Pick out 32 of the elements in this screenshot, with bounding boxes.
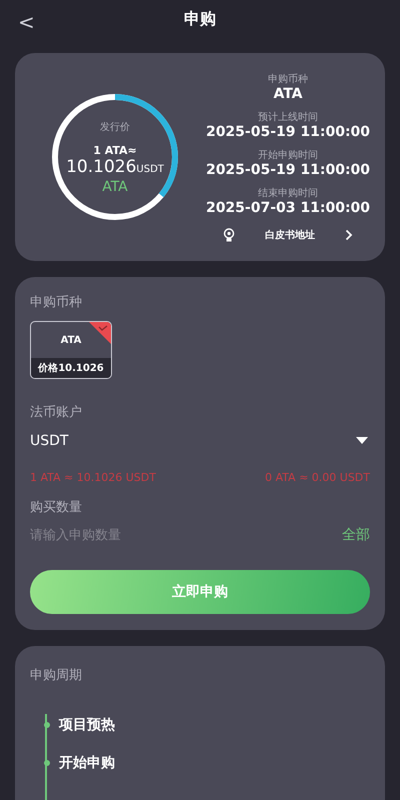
price-unit: USDT <box>136 164 164 174</box>
chevron-right-icon <box>345 229 353 241</box>
coin-name: ATA <box>102 178 128 194</box>
total-text: 0 ATA ≈ 0.00 USDT <box>265 471 370 484</box>
bulb-icon <box>223 228 235 242</box>
back-button[interactable]: < <box>18 10 35 34</box>
all-link[interactable]: 全部 <box>342 526 370 544</box>
section-label: 法币账户 <box>30 404 83 421</box>
info-label: 申购币种 <box>268 72 308 86</box>
rate-text: 1 ATA≈ <box>93 144 137 156</box>
info-label: 预计上线时间 <box>258 110 318 124</box>
info-value: 2025-05-19 11:00:00 <box>206 162 370 178</box>
section-label: 申购周期 <box>30 668 82 683</box>
whitepaper-link[interactable]: 白皮书地址 <box>223 228 353 242</box>
account-select[interactable]: USDT <box>30 433 370 449</box>
check-corner-icon <box>89 322 111 344</box>
info-value: ATA <box>273 86 303 102</box>
step-label: 项目预热 <box>59 716 115 734</box>
issue-price-label: 发行价 <box>100 120 130 134</box>
info-value: 2025-07-03 11:00:00 <box>206 200 370 216</box>
rate-text: 1 ATA ≈ 10.1026 USDT <box>30 471 156 484</box>
section-label: 申购币种 <box>30 294 83 311</box>
section-label: 购买数量 <box>30 499 83 516</box>
quantity-input[interactable]: 请输入申购数量 <box>30 528 230 542</box>
coin-option[interactable]: ATA 价格10.1026 <box>30 321 112 379</box>
page-title: 申购 <box>184 9 216 30</box>
step-label: 开始申购 <box>59 754 115 772</box>
info-label: 结束申购时间 <box>258 186 318 200</box>
info-label: 开始申购时间 <box>258 148 318 162</box>
dropdown-icon <box>356 437 368 445</box>
info-value: 2025-05-19 11:00:00 <box>206 124 370 140</box>
price-value: 10.1026 <box>66 156 136 176</box>
